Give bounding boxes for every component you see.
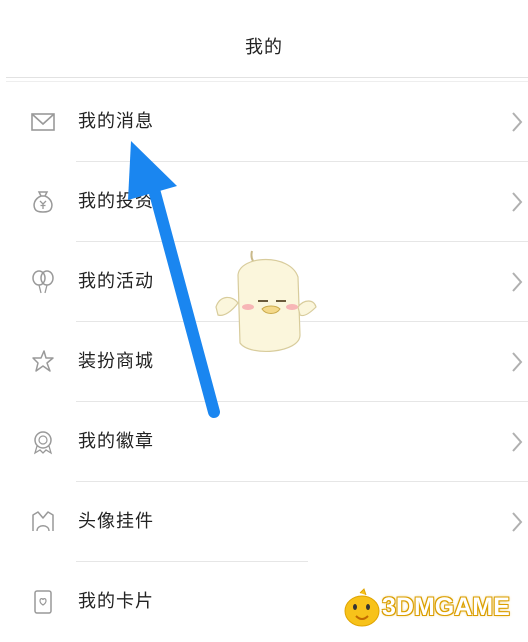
menu-item-label: 我的消息: [78, 111, 154, 132]
menu-item-label: 我的卡片: [78, 591, 154, 612]
chevron-right-icon: [510, 271, 524, 293]
chevron-right-icon: [510, 191, 524, 213]
balloon-icon: [30, 269, 56, 295]
watermark: 3DMGAME: [338, 585, 528, 630]
header-divider: [6, 77, 528, 78]
menu-item-messages[interactable]: 我的消息: [0, 82, 528, 162]
star-icon: [30, 349, 56, 375]
badge-icon: [30, 429, 56, 455]
watermark-text: 3DMGAME: [382, 593, 510, 621]
menu-item-label: 我的活动: [78, 271, 154, 292]
mascot-logo-icon: [344, 588, 380, 627]
menu-item-label: 我的徽章: [78, 431, 154, 452]
money-bag-icon: [30, 189, 56, 215]
menu-item-label: 我的投资: [78, 191, 154, 212]
page-title: 我的: [245, 37, 283, 58]
card-icon: [30, 589, 56, 615]
menu-item-avatar-frame[interactable]: 头像挂件: [0, 482, 528, 562]
avatar-frame-icon: [30, 509, 56, 535]
mail-icon: [30, 109, 56, 135]
chevron-right-icon: [510, 351, 524, 373]
mascot-illustration: [210, 245, 320, 360]
menu-item-label: 装扮商城: [78, 351, 154, 372]
menu-item-investment[interactable]: 我的投资: [0, 162, 528, 242]
chevron-right-icon: [510, 511, 524, 533]
page-header: 我的: [0, 0, 528, 78]
menu-item-badges[interactable]: 我的徽章: [0, 402, 528, 482]
menu-item-label: 头像挂件: [78, 511, 154, 532]
chevron-right-icon: [510, 111, 524, 133]
chevron-right-icon: [510, 431, 524, 453]
